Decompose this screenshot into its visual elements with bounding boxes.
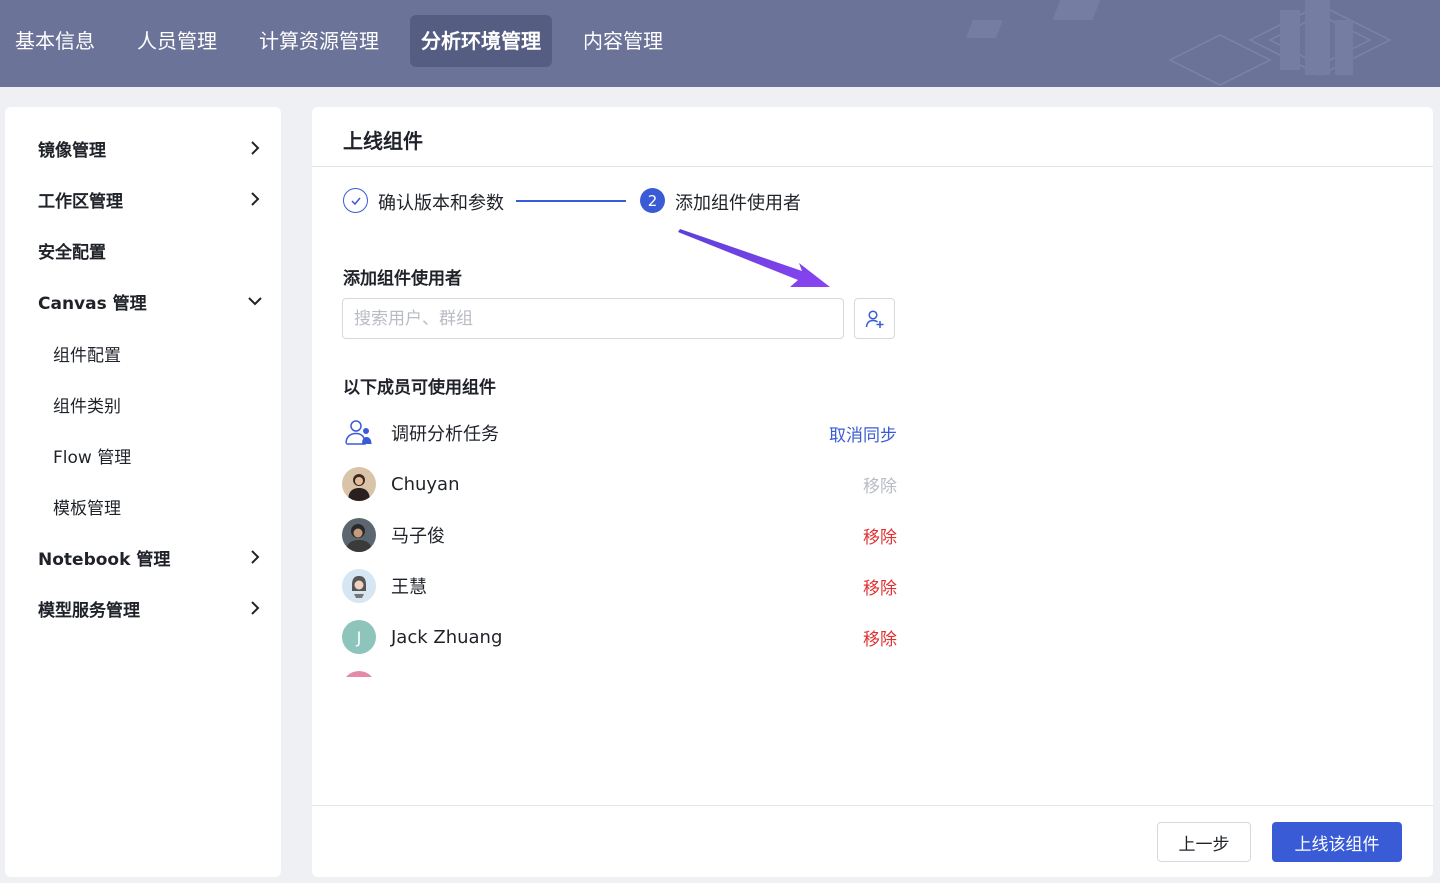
list-item: J Jack Zhuang 移除 xyxy=(342,619,897,655)
main-panel: 上线组件 确认版本和参数 2 添加组件使用者 添加组件使用者 以下成员可使用组件 xyxy=(312,107,1433,877)
sidebar-item-image-mgmt[interactable]: 镜像管理 xyxy=(38,131,263,165)
header-decoration-graphic xyxy=(966,0,1392,86)
member-name: 调研分析任务 xyxy=(391,424,499,445)
nav-tab-people[interactable]: 人员管理 xyxy=(126,15,228,67)
avatar xyxy=(342,569,376,603)
avatar xyxy=(342,671,376,677)
divider xyxy=(312,805,1433,806)
step-connector-line xyxy=(516,200,626,202)
chevron-right-icon xyxy=(251,601,260,615)
sidebar-item-workspace-mgmt[interactable]: 工作区管理 xyxy=(38,182,263,216)
remove-member-button[interactable]: 移除 xyxy=(863,523,897,548)
avatar xyxy=(342,518,376,552)
chevron-right-icon xyxy=(251,550,260,564)
member-name: Chuyan xyxy=(391,473,460,495)
add-users-section-title: 添加组件使用者 xyxy=(343,269,462,289)
cancel-sync-link[interactable]: 取消同步 xyxy=(829,421,897,446)
page-title: 上线组件 xyxy=(343,129,423,153)
divider xyxy=(312,166,1433,167)
list-item: 调研分析任务 取消同步 xyxy=(342,415,897,451)
member-name: Jack Zhuang xyxy=(391,626,503,648)
user-group-icon xyxy=(342,416,376,450)
sidebar-item-security[interactable]: 安全配置 xyxy=(38,233,263,267)
top-nav-tabs: 基本信息 人员管理 计算资源管理 分析环境管理 内容管理 xyxy=(0,15,694,67)
sidebar-subitem-component-config[interactable]: 组件配置 xyxy=(53,336,253,370)
sidebar: 镜像管理 工作区管理 安全配置 Canvas 管理 组件配置 组件类别 Flow… xyxy=(5,107,281,877)
remove-member-button[interactable]: 移除 xyxy=(863,625,897,650)
sidebar-item-label: 安全配置 xyxy=(38,242,106,263)
top-navbar: 基本信息 人员管理 计算资源管理 分析环境管理 内容管理 xyxy=(0,0,1440,87)
publish-component-button[interactable]: 上线该组件 xyxy=(1272,822,1402,862)
sidebar-item-notebook-mgmt[interactable]: Notebook 管理 xyxy=(38,540,263,574)
sidebar-item-label: 镜像管理 xyxy=(38,140,106,161)
step-2-label: 添加组件使用者 xyxy=(675,193,801,214)
previous-step-button[interactable]: 上一步 xyxy=(1157,822,1251,862)
member-name: 王慧 xyxy=(391,577,427,598)
members-section-title: 以下成员可使用组件 xyxy=(343,378,496,398)
sidebar-subitem-template-mgmt[interactable]: 模板管理 xyxy=(53,489,253,523)
sidebar-item-label: 模型服务管理 xyxy=(38,600,140,621)
sidebar-item-label: Notebook 管理 xyxy=(38,549,171,570)
sidebar-item-canvas-mgmt[interactable]: Canvas 管理 xyxy=(38,284,263,318)
member-list: 调研分析任务 取消同步 Chuyan 移除 马子俊 移除 王慧 移除 J Jac… xyxy=(342,407,897,677)
chevron-down-icon xyxy=(248,297,262,306)
sidebar-subitem-flow-mgmt[interactable]: Flow 管理 xyxy=(53,438,253,472)
list-item: 王慧 移除 xyxy=(342,568,897,604)
sidebar-item-model-service-mgmt[interactable]: 模型服务管理 xyxy=(38,591,263,625)
sidebar-item-label: 工作区管理 xyxy=(38,191,123,212)
avatar xyxy=(342,467,376,501)
remove-member-button[interactable]: 移除 xyxy=(863,574,897,599)
nav-tab-compute[interactable]: 计算资源管理 xyxy=(248,15,390,67)
chevron-right-icon xyxy=(251,192,260,206)
list-item: Chuyan 移除 xyxy=(342,466,897,502)
step-2-number: 2 xyxy=(640,188,665,213)
member-name: 马子俊 xyxy=(391,526,445,547)
list-item-partial xyxy=(342,670,897,677)
avatar: J xyxy=(342,620,376,654)
sidebar-item-label: Canvas 管理 xyxy=(38,293,147,314)
nav-tab-content[interactable]: 内容管理 xyxy=(572,15,674,67)
nav-tab-analysis-env[interactable]: 分析环境管理 xyxy=(410,15,552,67)
step-1-label: 确认版本和参数 xyxy=(378,193,504,214)
add-user-icon xyxy=(865,309,883,328)
user-group-search-input[interactable] xyxy=(342,298,844,339)
sidebar-subitem-component-category[interactable]: 组件类别 xyxy=(53,387,253,421)
nav-tab-basic-info[interactable]: 基本信息 xyxy=(4,15,106,67)
chevron-right-icon xyxy=(251,141,260,155)
step-done-check-icon xyxy=(343,188,368,213)
list-item: 马子俊 移除 xyxy=(342,517,897,553)
add-user-button[interactable] xyxy=(854,298,895,339)
annotation-arrow-icon xyxy=(678,229,830,287)
remove-member-button-disabled: 移除 xyxy=(863,476,897,497)
